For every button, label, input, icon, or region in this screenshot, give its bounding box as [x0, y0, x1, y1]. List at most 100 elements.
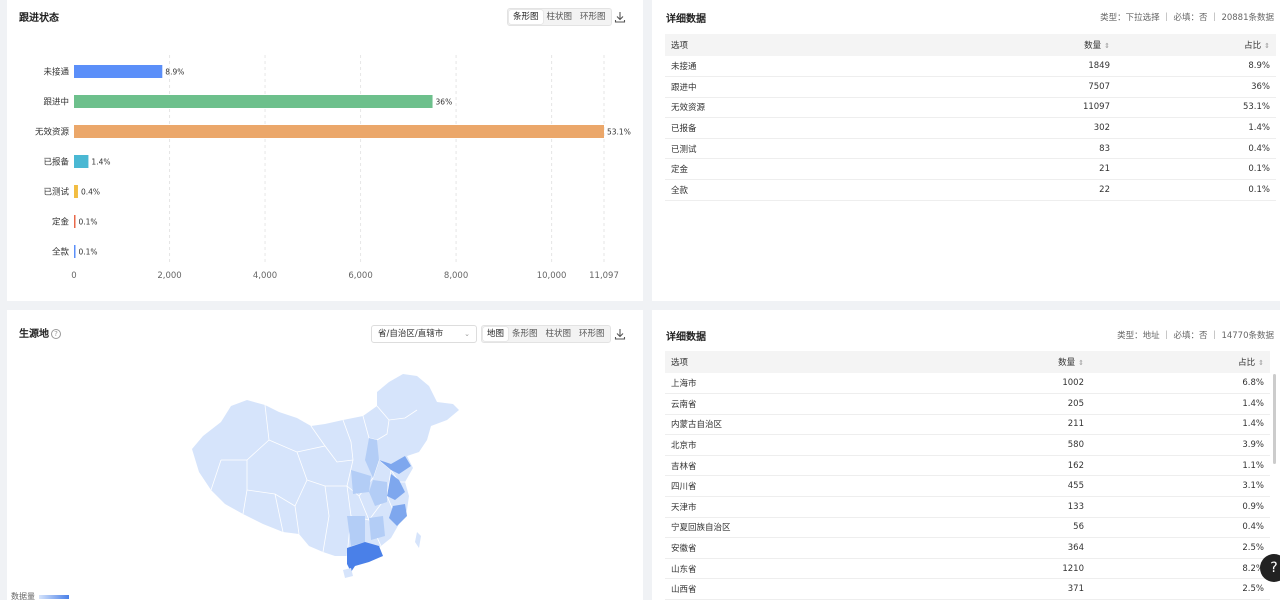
cell-percent: 8.9%	[1116, 56, 1276, 78]
cell-option: 无效资源	[665, 97, 976, 119]
cell-option: 全款	[665, 179, 976, 201]
cell-option: 安徽省	[665, 537, 950, 559]
china-map	[192, 374, 459, 578]
cell-percent: 0.9%	[1090, 496, 1270, 518]
bar	[74, 215, 76, 228]
cell-option: 北京市	[665, 434, 950, 456]
cell-option: 宁夏回族自治区	[665, 517, 950, 539]
cell-percent: 36%	[1116, 76, 1276, 98]
cell-percent: 3.9%	[1090, 434, 1270, 456]
field-meta: 类型：下拉选择 ｜ 必填：否 ｜ 20881条数据	[1100, 13, 1274, 23]
category-label: 已测试	[43, 187, 69, 198]
cell-percent: 1.4%	[1090, 393, 1270, 415]
cell-option: 内蒙古自治区	[665, 414, 950, 436]
cell-option: 四川省	[665, 475, 950, 498]
cell-percent: 0.4%	[1116, 138, 1276, 160]
cell-percent: 1.4%	[1090, 414, 1270, 436]
cell-count: 21	[976, 158, 1116, 181]
cell-option: 山东省	[665, 558, 950, 580]
data-label: 1.4%	[91, 158, 110, 167]
legend-label: 数据量	[11, 592, 35, 600]
x-tick-label: 8,000	[444, 271, 468, 281]
map-legend: 数据量	[11, 591, 69, 600]
table-row: 上海市 1002 6.8%	[665, 373, 1270, 395]
region-guangdong	[347, 542, 383, 572]
cell-percent: 0.1%	[1116, 179, 1276, 201]
map-regions	[192, 374, 459, 562]
cell-percent: 1.1%	[1090, 455, 1270, 477]
cell-count: 7507	[976, 76, 1116, 98]
cell-percent: 0.1%	[1116, 158, 1276, 181]
region-jiangxi	[369, 516, 385, 540]
cell-option: 定金	[665, 158, 976, 181]
detail-table: 选项 数量 ⇕ 占比 ⇕ 上海市 1002 6.8% 云南省 205 1.4% 内蒙古自治区 21…	[665, 351, 1270, 600]
category-label: 定金	[52, 217, 70, 228]
cell-percent: 2.5%	[1090, 537, 1270, 559]
cell-count: 1849	[976, 56, 1116, 78]
data-label: 0.1%	[79, 248, 98, 257]
map-landmass	[192, 374, 459, 562]
cell-option: 山西省	[665, 578, 950, 600]
sort-icon[interactable]: ⇕	[1078, 359, 1084, 367]
cell-option: 跟进中	[665, 76, 976, 98]
data-label: 8.9%	[165, 68, 184, 77]
detail-card-origin: 详细数据 类型：地址 ｜ 必填：否 ｜ 14770条数据 选项 数量 ⇕ 占比 ⇕ …	[652, 310, 1280, 600]
follow-status-bar-chart: 0 2,000 4,000 6,000 8,000 10,000 11,097 未接通 8.9%…	[35, 55, 631, 281]
bar	[74, 95, 433, 108]
col-percent[interactable]: 占比 ⇕	[1090, 351, 1270, 373]
x-tick-label: 2,000	[157, 271, 181, 281]
data-label: 0.1%	[79, 218, 98, 227]
cell-count: 211	[950, 414, 1090, 436]
table-row: 跟进中 7507 36%	[665, 76, 1276, 98]
follow-status-card: 跟进状态 条形图 柱状图 环形图 0 2,000 4,000 6,000 8,000 10…	[7, 0, 643, 301]
cell-count: 22	[976, 179, 1116, 201]
cell-count: 133	[950, 496, 1090, 518]
cell-percent: 53.1%	[1116, 97, 1276, 119]
cell-count: 205	[950, 393, 1090, 415]
detail-card-follow: 详细数据 类型：下拉选择 ｜ 必填：否 ｜ 20881条数据 选项 数量 ⇕ 占比…	[652, 0, 1280, 301]
table-row: 已测试 83 0.4%	[665, 138, 1276, 160]
cell-option: 未接通	[665, 56, 976, 78]
data-label: 53.1%	[607, 128, 631, 137]
cell-count: 302	[976, 117, 1116, 139]
table-row: 内蒙古自治区 211 1.4%	[665, 414, 1270, 436]
help-button[interactable]: ?	[1260, 554, 1280, 582]
category-label: 已报备	[43, 157, 69, 168]
card-title: 详细数据	[666, 332, 706, 343]
table-scrollbar[interactable]	[1273, 374, 1276, 464]
x-tick-label: 0	[71, 271, 76, 281]
region-taiwan	[415, 532, 421, 548]
cell-count: 83	[976, 138, 1116, 160]
col-count[interactable]: 数量 ⇕	[950, 351, 1090, 373]
cell-percent: 6.8%	[1090, 373, 1270, 395]
bar	[74, 125, 604, 138]
cell-option: 已报备	[665, 117, 976, 139]
col-option: 选项	[665, 34, 976, 56]
col-option: 选项	[665, 351, 950, 373]
cell-option: 吉林省	[665, 455, 950, 477]
cell-count: 11097	[976, 97, 1116, 119]
data-label: 36%	[436, 98, 453, 107]
bar	[74, 245, 76, 258]
cell-option: 天津市	[665, 496, 950, 518]
sort-icon[interactable]: ⇕	[1264, 42, 1270, 50]
cell-option: 已测试	[665, 138, 976, 160]
bar	[74, 185, 78, 198]
category-label: 未接通	[43, 67, 69, 78]
table-row: 天津市 133 0.9%	[665, 496, 1270, 518]
cell-count: 1002	[950, 373, 1090, 395]
table-row: 吉林省 162 1.1%	[665, 455, 1270, 477]
cell-option: 上海市	[665, 373, 950, 395]
table-row: 全款 22 0.1%	[665, 179, 1276, 201]
table-row: 四川省 455 3.1%	[665, 475, 1270, 498]
col-count[interactable]: 数量 ⇕	[976, 34, 1116, 56]
cell-count: 371	[950, 578, 1090, 600]
x-tick-label: 10,000	[537, 271, 567, 281]
col-percent[interactable]: 占比 ⇕	[1116, 34, 1276, 56]
table-row: 山东省 1210 8.2%	[665, 558, 1270, 580]
cell-percent: 3.1%	[1090, 475, 1270, 498]
table-row: 安徽省 364 2.5%	[665, 537, 1270, 559]
sort-icon[interactable]: ⇕	[1104, 42, 1110, 50]
field-meta: 类型：地址 ｜ 必填：否 ｜ 14770条数据	[1117, 331, 1274, 341]
sort-icon[interactable]: ⇕	[1258, 359, 1264, 367]
